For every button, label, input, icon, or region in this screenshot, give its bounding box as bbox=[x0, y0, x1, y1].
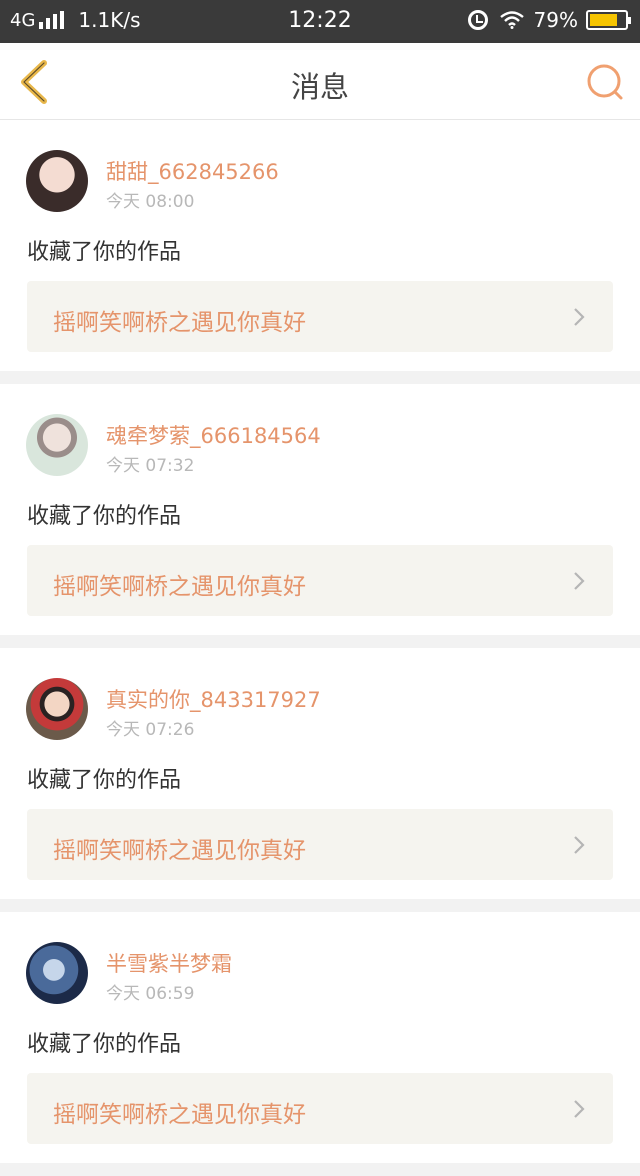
work-link[interactable]: 摇啊笑啊桥之遇见你真好 bbox=[27, 545, 613, 616]
timestamp: 今天 08:00 bbox=[106, 192, 195, 212]
battery-percent: 79% bbox=[533, 8, 578, 32]
timestamp: 今天 07:26 bbox=[106, 720, 195, 740]
chevron-right-icon bbox=[574, 308, 585, 326]
work-title: 摇啊笑啊桥之遇见你真好 bbox=[53, 574, 306, 600]
work-link[interactable]: 摇啊笑啊桥之遇见你真好 bbox=[27, 1073, 613, 1144]
chevron-right-icon bbox=[574, 572, 585, 590]
timestamp: 今天 07:32 bbox=[106, 456, 195, 476]
username-link[interactable]: 甜甜_662845266 bbox=[106, 156, 279, 186]
avatar[interactable] bbox=[26, 678, 88, 740]
username-link[interactable]: 半雪紫半梦霜 bbox=[106, 948, 232, 978]
system-indicators: 79% bbox=[467, 8, 631, 32]
avatar[interactable] bbox=[26, 150, 88, 212]
chevron-right-icon bbox=[574, 836, 585, 854]
work-title: 摇啊笑啊桥之遇见你真好 bbox=[53, 838, 306, 864]
message-card: 半雪紫半梦霜 今天 06:59 收藏了你的作品 摇啊笑啊桥之遇见你真好 bbox=[0, 912, 640, 1163]
message-card: 魂牵梦萦_666184564 今天 07:32 收藏了你的作品 摇啊笑啊桥之遇见… bbox=[0, 384, 640, 635]
work-link[interactable]: 摇啊笑啊桥之遇见你真好 bbox=[27, 281, 613, 352]
work-link[interactable]: 摇啊笑啊桥之遇见你真好 bbox=[27, 809, 613, 880]
alarm-icon bbox=[467, 10, 488, 30]
action-text: 收藏了你的作品 bbox=[27, 1032, 182, 1057]
action-text: 收藏了你的作品 bbox=[27, 768, 182, 793]
message-card: 真实的你_843317927 今天 07:26 收藏了你的作品 摇啊笑啊桥之遇见… bbox=[0, 648, 640, 899]
work-title: 摇啊笑啊桥之遇见你真好 bbox=[53, 1102, 306, 1128]
battery-icon bbox=[586, 10, 631, 30]
chevron-right-icon bbox=[574, 1100, 585, 1118]
action-text: 收藏了你的作品 bbox=[27, 504, 182, 529]
action-text: 收藏了你的作品 bbox=[27, 240, 182, 265]
navigation-bar: 消息 bbox=[0, 43, 640, 120]
status-bar: 4G 1.1K/s 12:22 79% bbox=[0, 0, 640, 43]
message-card: 甜甜_662845266 今天 08:00 收藏了你的作品 摇啊笑啊桥之遇见你真… bbox=[0, 120, 640, 371]
wifi-icon bbox=[499, 11, 524, 29]
username-link[interactable]: 魂牵梦萦_666184564 bbox=[106, 420, 321, 450]
username-link[interactable]: 真实的你_843317927 bbox=[106, 684, 321, 714]
timestamp: 今天 06:59 bbox=[106, 984, 195, 1004]
search-icon[interactable] bbox=[586, 63, 624, 101]
avatar[interactable] bbox=[26, 942, 88, 1004]
page-title: 消息 bbox=[290, 70, 349, 104]
message-list: 甜甜_662845266 今天 08:00 收藏了你的作品 摇啊笑啊桥之遇见你真… bbox=[0, 120, 640, 1176]
work-title: 摇啊笑啊桥之遇见你真好 bbox=[53, 310, 306, 336]
avatar[interactable] bbox=[26, 414, 88, 476]
